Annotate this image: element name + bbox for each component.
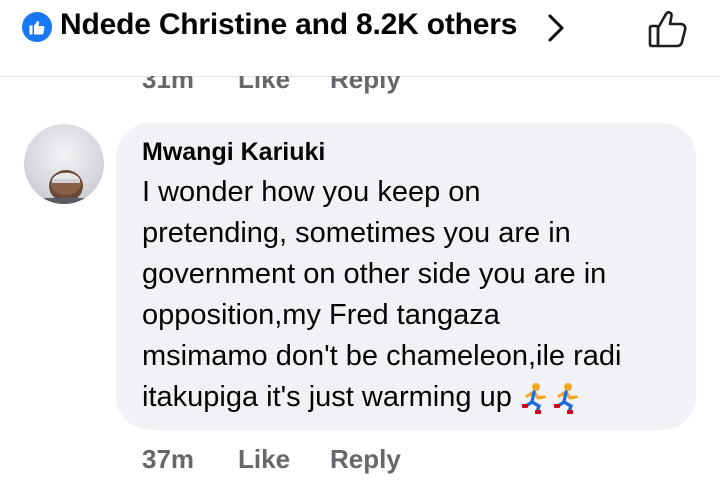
like-badge-icon	[22, 12, 52, 42]
comment-text-line: I wonder how you keep on	[142, 176, 481, 208]
previous-reply-link[interactable]: Reply	[330, 76, 401, 95]
comment-text-line: government on other side you are in	[142, 258, 607, 290]
previous-comment-actions: 31m Like Reply	[0, 76, 720, 98]
comment-text: itakupiga it's just warming up	[142, 381, 512, 413]
person-running-icon	[553, 383, 578, 415]
reply-link[interactable]: Reply	[330, 444, 401, 475]
comment-text-line-last: itakupiga it's just warming up	[142, 381, 580, 415]
like-link[interactable]: Like	[238, 444, 290, 475]
avatar[interactable]	[24, 124, 104, 204]
comment-time: 37m	[142, 444, 195, 474]
reactions-bar[interactable]: Ndede Christine and 8.2K others	[0, 0, 720, 77]
comment-text-line: opposition,my Fred tangaza	[142, 299, 500, 331]
previous-comment-time: 31m	[142, 76, 195, 94]
person-running-icon	[521, 383, 546, 415]
comment-author[interactable]: Mwangi Kariuki	[142, 138, 325, 167]
thumbs-up-icon[interactable]	[645, 6, 691, 52]
previous-like-link[interactable]: Like	[238, 76, 290, 95]
comment-text-line: msimamo don't be chameleon,ile radi	[142, 340, 622, 372]
comment-text-line: pretending, sometimes you are in	[142, 217, 571, 249]
reactions-summary[interactable]: Ndede Christine and 8.2K others	[60, 8, 517, 42]
chevron-right-icon[interactable]	[546, 12, 566, 44]
